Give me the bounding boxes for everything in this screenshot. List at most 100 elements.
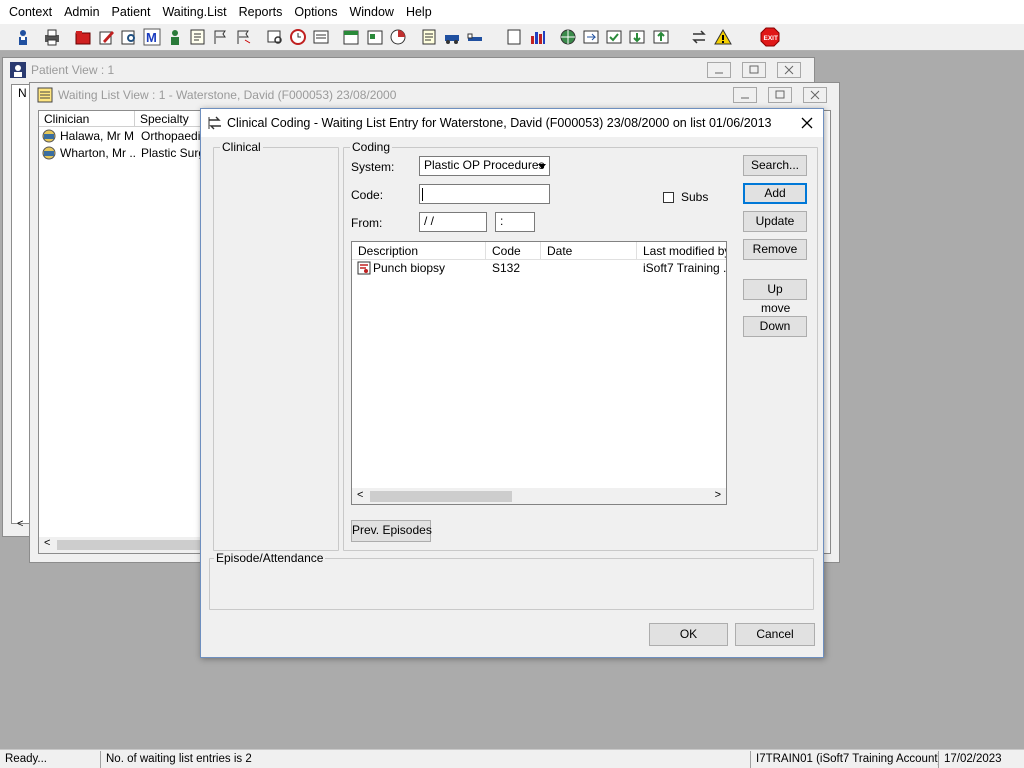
system-select-value: Plastic OP Procedures [424,158,545,172]
scroll-left-icon[interactable]: < [17,518,23,530]
dialog-title: Clinical Coding - Waiting List Entry for… [201,109,823,137]
ok-button[interactable]: OK [649,623,728,646]
patient-view-icon [10,62,26,78]
file-icon[interactable] [364,26,385,47]
move-up-button[interactable]: Up [743,279,807,300]
exit-icon[interactable]: EXIT [759,26,780,47]
menu-help[interactable]: Help [400,0,438,24]
menu-window[interactable]: Window [343,0,399,24]
status-ready: Ready... [5,753,47,765]
svg-text:M: M [146,30,157,45]
check-list-icon[interactable] [603,26,624,47]
col-clinician[interactable]: Clinician [39,111,135,127]
row-description: Punch biopsy [373,261,446,275]
car-icon[interactable] [441,26,462,47]
scroll-thumb[interactable] [57,540,207,550]
person-icon[interactable] [12,26,33,47]
episode-group: Episode/Attendance [209,551,814,610]
move-label: move [761,301,791,315]
menu-waiting-list[interactable]: Waiting.List [156,0,232,24]
folder-red-icon[interactable] [72,26,93,47]
waiting-list-maximize-button[interactable] [768,87,792,103]
table-row[interactable]: Punch biopsy S132 iSoft7 Training ... [352,260,726,277]
warning-icon[interactable] [712,26,733,47]
patient-view-close-button[interactable] [777,62,801,78]
chevron-down-icon [537,160,547,175]
search-button[interactable]: Search... [743,155,807,176]
row-date [547,260,637,277]
patient-view-title: Patient View : 1 [3,58,814,82]
search-doc-icon[interactable] [264,26,285,47]
page-icon[interactable] [503,26,524,47]
code-label: Code: [351,188,384,202]
table-row[interactable]: Halawa, Mr M Orthopaedic [39,128,215,145]
col-date[interactable]: Date [541,242,637,260]
scroll-right-icon[interactable]: > [715,489,721,501]
coding-list-hscroll[interactable]: < > [352,488,726,504]
table-row[interactable]: Wharton, Mr ... Plastic Surge [39,145,215,162]
coding-list: Description Code Date Last modified by P… [351,241,727,505]
from-date-field[interactable]: / / [419,212,487,232]
swap-icon [207,116,223,133]
waiting-entry-icon [41,146,57,164]
menu-admin[interactable]: Admin [58,0,105,24]
toolbar: M EXIT [0,24,1024,51]
code-input[interactable] [419,184,550,204]
scroll-thumb[interactable] [370,491,512,502]
m-icon[interactable]: M [141,26,162,47]
patient-view-list: N [11,84,31,524]
globe-icon[interactable] [557,26,578,47]
chart-icon[interactable] [387,26,408,47]
document-search-icon[interactable] [118,26,139,47]
waiting-list-minimize-button[interactable] [733,87,757,103]
bed-icon[interactable] [464,26,485,47]
waiting-list-view-title: Waiting List View : 1 - Waterstone, Davi… [30,83,839,107]
system-label: System: [351,160,395,174]
nurse-icon[interactable] [164,26,185,47]
system-select[interactable]: Plastic OP Procedures [419,156,550,176]
dialog-close-button[interactable] [797,113,817,133]
window-icon[interactable] [310,26,331,47]
waiting-list-hscroll[interactable]: < [39,537,215,553]
arrow-down-icon[interactable] [626,26,647,47]
patient-view-maximize-button[interactable] [742,62,766,78]
menu-context[interactable]: Context [3,0,58,24]
scroll-left-icon[interactable]: < [44,537,50,549]
col-description[interactable]: Description [352,242,486,260]
from-time-field[interactable]: : [495,212,535,232]
clinical-coding-dialog: Clinical Coding - Waiting List Entry for… [200,108,824,658]
add-button[interactable]: Add [743,183,807,204]
menu-options[interactable]: Options [288,0,343,24]
prev-episodes-button[interactable]: Prev. Episodes [351,520,432,542]
col-last-modified-by[interactable]: Last modified by [637,242,726,260]
patient-view-minimize-button[interactable] [707,62,731,78]
flag-icon[interactable] [210,26,231,47]
status-account: I7TRAIN01 (iSoft7 Training Account) [750,751,938,768]
cancel-button[interactable]: Cancel [735,623,815,646]
menu-patient[interactable]: Patient [106,0,157,24]
flag-send-icon[interactable] [233,26,254,47]
bar-chart-icon[interactable] [527,26,548,47]
col-code[interactable]: Code [486,242,541,260]
clinical-group: Clinical [213,140,339,551]
update-button[interactable]: Update [743,211,807,232]
scroll-left-icon[interactable]: < [357,489,363,501]
svg-text:EXIT: EXIT [763,35,777,42]
arrow-up-icon[interactable] [650,26,671,47]
clock-icon[interactable] [287,26,308,47]
subs-checkbox[interactable] [663,192,674,203]
menu-reports[interactable]: Reports [233,0,289,24]
edit-red-icon[interactable] [95,26,116,47]
note-icon[interactable] [187,26,208,47]
printer-icon[interactable] [41,26,62,47]
calendar-icon[interactable] [340,26,361,47]
subs-label: Subs [681,190,709,204]
swap-icon[interactable] [688,26,709,47]
row-clinician: Halawa, Mr M [60,129,135,143]
waiting-list-close-button[interactable] [803,87,827,103]
transfer-icon[interactable] [580,26,601,47]
status-bar: Ready... No. of waiting list entries is … [0,749,1024,768]
notes-icon[interactable] [418,26,439,47]
remove-button[interactable]: Remove [743,239,807,260]
move-down-button[interactable]: Down [743,316,807,337]
